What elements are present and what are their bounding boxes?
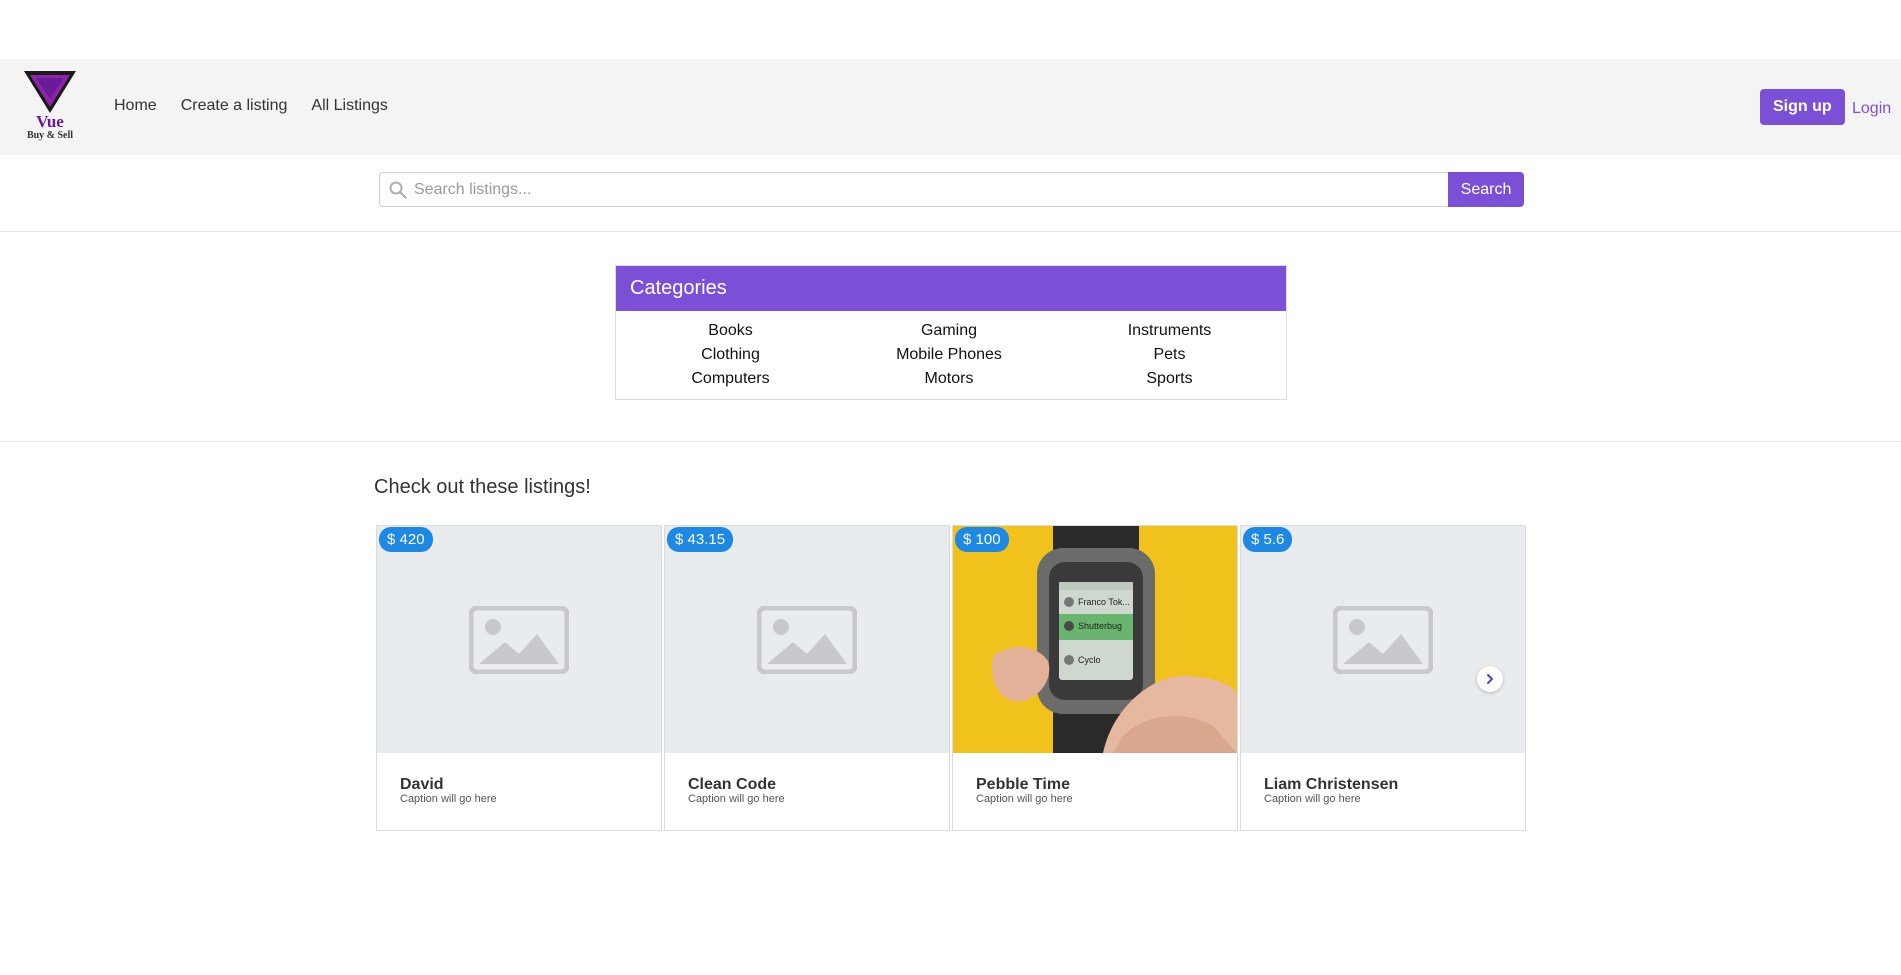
search-button[interactable]: Search: [1448, 172, 1524, 207]
search-input-wrapper: [379, 172, 1449, 207]
listing-caption: Caption will go here: [976, 793, 1073, 805]
main-nav: Home Create a listing All Listings: [114, 96, 412, 116]
divider: [0, 441, 1901, 442]
listing-caption: Caption will go here: [1264, 793, 1361, 805]
vue-buy-sell-logo[interactable]: Vue Buy & Sell: [22, 69, 78, 145]
nav-home[interactable]: Home: [114, 96, 157, 116]
search-input[interactable]: [414, 179, 1434, 201]
signup-button[interactable]: Sign up: [1760, 89, 1845, 125]
divider: [0, 231, 1901, 232]
image-placeholder-icon: [1333, 606, 1433, 674]
listing-title: David: [400, 776, 444, 793]
listings-heading: Check out these listings!: [374, 476, 591, 498]
price-badge: $ 100: [955, 527, 1009, 552]
category-computers[interactable]: Computers: [616, 369, 845, 389]
top-navbar: Vue Buy & Sell Home Create a listing All…: [0, 59, 1901, 155]
listing-title: Liam Christensen: [1264, 776, 1399, 793]
listing-caption: Caption will go here: [400, 793, 497, 805]
search-icon: [389, 181, 407, 199]
logo-triangle-icon: [24, 71, 76, 113]
listing-caption: Caption will go here: [688, 793, 785, 805]
chevron-right-icon: [1487, 674, 1493, 684]
category-gaming[interactable]: Gaming: [845, 321, 1053, 341]
listing-title: Clean Code: [688, 776, 777, 793]
watch-app-2: Shutterbug: [1078, 621, 1122, 631]
carousel-next-button[interactable]: [1477, 666, 1503, 692]
listing-title: Pebble Time: [976, 776, 1070, 793]
listing-card[interactable]: Franco Tok... Shutterbug Cyclo $ 100 Peb…: [952, 525, 1238, 831]
watch-app-1: Franco Tok...: [1078, 597, 1130, 607]
category-books[interactable]: Books: [616, 321, 845, 341]
watch-app-3: Cyclo: [1078, 655, 1101, 665]
listing-image-smartwatch: Franco Tok... Shutterbug Cyclo: [953, 526, 1237, 753]
category-sports[interactable]: Sports: [1053, 369, 1286, 389]
category-pets[interactable]: Pets: [1053, 345, 1286, 365]
smartwatch-photo: Franco Tok... Shutterbug Cyclo: [953, 526, 1237, 753]
listing-image-placeholder: [377, 526, 661, 753]
price-badge: $ 5.6: [1243, 527, 1293, 552]
logo-subtext: Buy & Sell: [26, 130, 74, 141]
categories-panel: Categories Books Gaming Instruments Clot…: [615, 265, 1287, 400]
price-badge: $ 43.15: [667, 527, 734, 552]
listings-carousel: $ 420 David Caption will go here $ 43.15…: [376, 525, 1526, 831]
categories-grid: Books Gaming Instruments Clothing Mobile…: [616, 321, 1286, 389]
categories-title: Categories: [616, 266, 1286, 311]
listing-card[interactable]: $ 43.15 Clean Code Caption will go here: [664, 525, 950, 831]
category-instruments[interactable]: Instruments: [1053, 321, 1286, 341]
login-link[interactable]: Login: [1852, 101, 1891, 117]
listing-card[interactable]: $ 420 David Caption will go here: [376, 525, 662, 831]
category-motors[interactable]: Motors: [845, 369, 1053, 389]
image-placeholder-icon: [469, 606, 569, 674]
price-badge: $ 420: [379, 527, 433, 552]
search-bar: Search: [379, 172, 1524, 207]
listing-image-placeholder: [1241, 526, 1525, 753]
image-placeholder-icon: [757, 606, 857, 674]
category-clothing[interactable]: Clothing: [616, 345, 845, 365]
category-mobile-phones[interactable]: Mobile Phones: [845, 345, 1053, 365]
logo-text: Vue: [36, 112, 64, 131]
nav-create-listing[interactable]: Create a listing: [181, 96, 288, 116]
nav-all-listings[interactable]: All Listings: [311, 96, 387, 116]
listing-image-placeholder: [665, 526, 949, 753]
